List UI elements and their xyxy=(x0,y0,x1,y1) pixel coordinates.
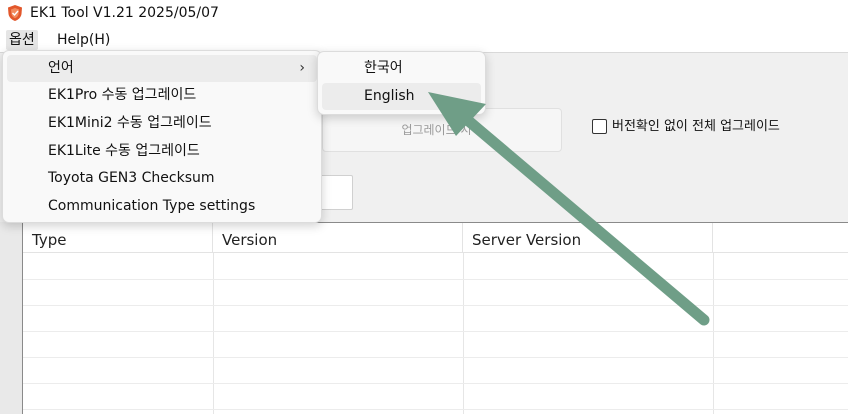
submenu-arrow-icon: › xyxy=(299,60,305,76)
column-divider xyxy=(463,253,464,414)
column-header-server-version[interactable]: Server Version xyxy=(463,223,713,253)
menu-item-label: EK1Pro 수동 업그레이드 xyxy=(48,87,197,103)
menu-item-toyota-checksum[interactable]: Toyota GEN3 Checksum xyxy=(7,165,317,192)
shield-icon xyxy=(8,5,22,21)
table-row[interactable] xyxy=(23,305,848,306)
menu-help[interactable]: Help(H) xyxy=(54,30,113,50)
title-bar: EK1 Tool V1.21 2025/05/07 xyxy=(0,0,848,27)
menu-item-label: EK1Mini2 수동 업그레이드 xyxy=(48,115,212,131)
column-header-extra[interactable] xyxy=(713,223,848,253)
table-row[interactable] xyxy=(23,383,848,384)
app-window: EK1 Tool V1.21 2025/05/07 옵션 Help(H) 업그레… xyxy=(0,0,848,414)
menu-options[interactable]: 옵션 xyxy=(6,30,38,50)
table-row[interactable] xyxy=(23,357,848,358)
version-table[interactable]: Type Version Server Version xyxy=(22,222,848,414)
full-upgrade-checkbox-label: 버전확인 없이 전체 업그레이드 xyxy=(612,119,780,134)
menu-item-ek1mini2-upgrade[interactable]: EK1Mini2 수동 업그레이드 xyxy=(7,110,317,137)
menu-item-korean[interactable]: 한국어 xyxy=(322,55,481,82)
menu-item-english[interactable]: English xyxy=(322,83,481,110)
menu-item-label: EK1Lite 수동 업그레이드 xyxy=(48,143,200,159)
menu-item-ek1lite-upgrade[interactable]: EK1Lite 수동 업그레이드 xyxy=(7,138,317,165)
table-row[interactable] xyxy=(23,409,848,410)
column-header-version[interactable]: Version xyxy=(213,223,463,253)
options-dropdown: 언어 › EK1Pro 수동 업그레이드 EK1Mini2 수동 업그레이드 E… xyxy=(2,50,322,223)
table-row[interactable] xyxy=(23,331,848,332)
menu-item-label: Toyota GEN3 Checksum xyxy=(48,170,215,186)
left-strip xyxy=(0,222,22,414)
full-upgrade-checkbox[interactable] xyxy=(592,119,607,134)
column-header-type[interactable]: Type xyxy=(23,223,213,253)
menu-item-ek1pro-upgrade[interactable]: EK1Pro 수동 업그레이드 xyxy=(7,82,317,109)
menu-bar: 옵션 Help(H) xyxy=(0,27,848,52)
window-title: EK1 Tool V1.21 2025/05/07 xyxy=(30,5,219,21)
menu-item-language[interactable]: 언어 › xyxy=(7,55,317,82)
language-submenu: 한국어 English xyxy=(317,51,486,115)
menu-item-label: 한국어 xyxy=(364,60,403,76)
table-header: Type Version Server Version xyxy=(23,223,848,253)
menu-item-label: 언어 xyxy=(48,60,74,76)
table-row[interactable] xyxy=(23,279,848,280)
column-divider xyxy=(713,253,714,414)
menu-item-communication-settings[interactable]: Communication Type settings xyxy=(7,193,317,220)
menu-item-label: Communication Type settings xyxy=(48,198,256,214)
column-divider xyxy=(213,253,214,414)
menu-item-label: English xyxy=(364,88,415,104)
